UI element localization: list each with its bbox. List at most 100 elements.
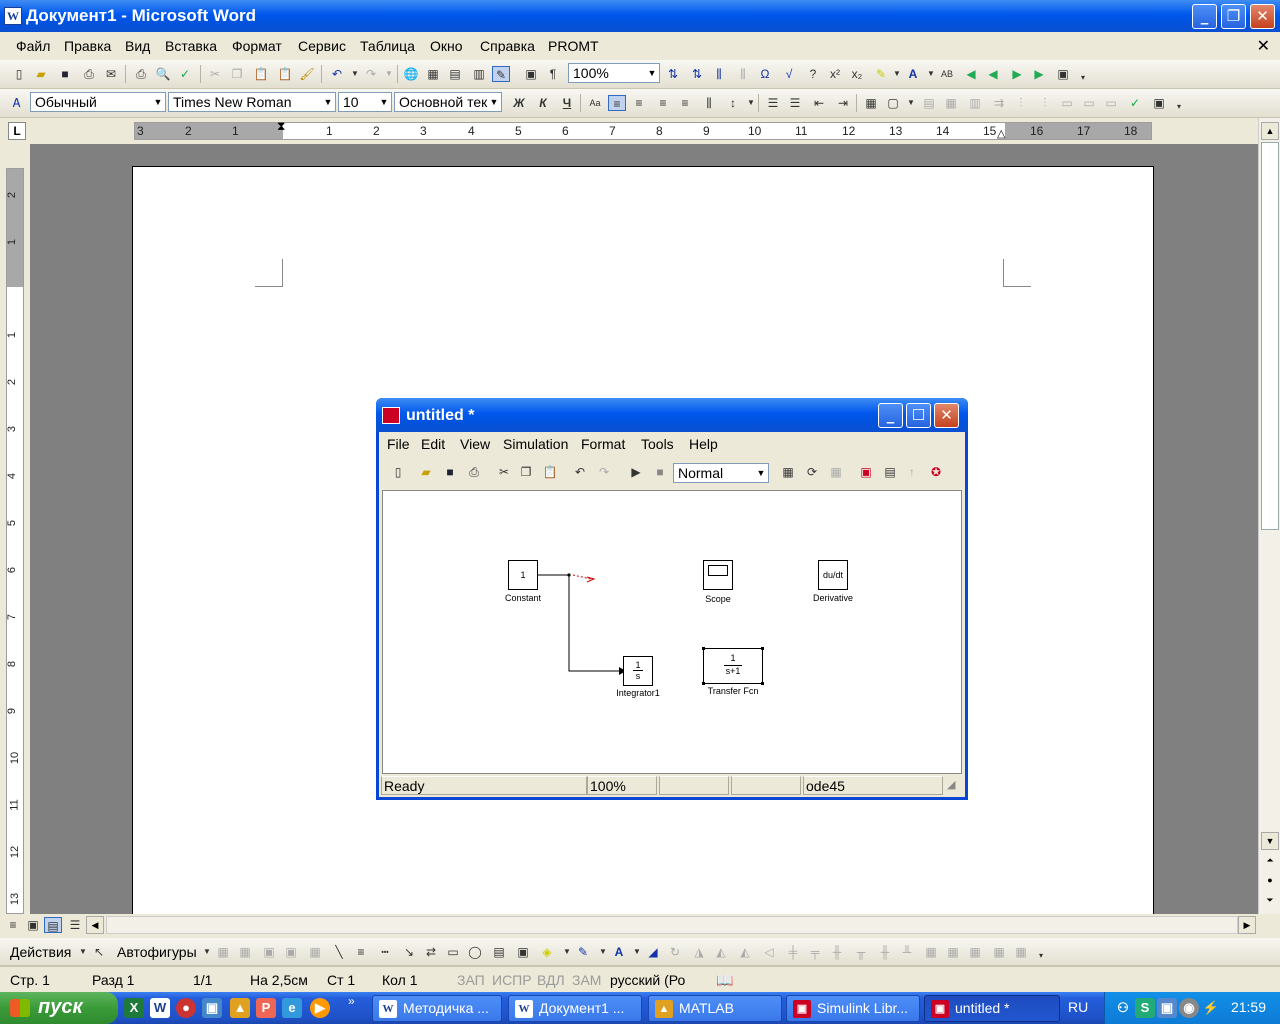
toolbar-options-icon[interactable]: ▾ <box>1074 70 1092 86</box>
sim-menu-simulation[interactable]: Simulation <box>503 436 568 452</box>
cut-icon[interactable]: ✂ <box>206 66 224 82</box>
menu-view[interactable]: Вид <box>125 38 150 54</box>
rectangle-icon[interactable]: ▭ <box>444 944 462 960</box>
flip-vertical-icon[interactable]: ◭ <box>712 944 730 960</box>
actions-menu[interactable]: Действия <box>10 944 71 960</box>
undo-icon[interactable]: ↶ <box>328 66 346 82</box>
menu-promt[interactable]: PROMT <box>548 38 599 54</box>
vertical-ruler[interactable]: 2 1 1 2 3 4 5 6 7 8 9 10 11 12 13 <box>6 168 24 914</box>
debugger-icon[interactable]: ✪ <box>927 464 945 480</box>
table-tool-5-icon[interactable]: ⫶ <box>1012 95 1030 111</box>
chevron-down-icon[interactable]: ▼ <box>487 93 501 111</box>
fill-color-icon[interactable]: ◈ <box>538 944 556 960</box>
menu-help[interactable]: Справка <box>480 38 535 54</box>
numbering-icon[interactable]: ☰ <box>764 95 782 111</box>
arrow-icon[interactable]: ↘ <box>400 944 418 960</box>
distributed-icon[interactable]: ⫼ <box>700 95 718 111</box>
toolbar-options-icon[interactable]: ▾ <box>1032 948 1050 964</box>
research-icon[interactable]: ▣ <box>1150 95 1168 111</box>
line-icon[interactable]: ╲ <box>330 944 348 960</box>
scope-block[interactable] <box>703 560 733 590</box>
tray-power-icon[interactable]: ⚡ <box>1201 998 1221 1018</box>
table-tool-2-icon[interactable]: ▦ <box>942 95 960 111</box>
underline-button[interactable]: Ч <box>558 95 576 111</box>
sim-maximize-button[interactable]: ☐ <box>906 403 931 428</box>
stop-simulation-icon[interactable]: ■ <box>651 464 669 480</box>
table-tool-3-icon[interactable]: ▥ <box>966 95 984 111</box>
align-right-icon[interactable]: ≡ <box>654 95 672 111</box>
bold-button[interactable]: Ж <box>510 95 528 111</box>
font-select[interactable]: Times New Roman ▼ <box>168 92 336 112</box>
sim-menu-file[interactable]: File <box>387 436 410 452</box>
start-simulation-icon[interactable]: ▶ <box>627 464 645 480</box>
align-center-draw-icon[interactable]: ╫ <box>828 944 846 960</box>
sim-menu-edit[interactable]: Edit <box>421 436 445 452</box>
subscript-icon[interactable]: x₂ <box>848 66 866 82</box>
promt-left-icon[interactable]: ◀ <box>984 66 1002 82</box>
align-left-icon[interactable]: ≡ <box>608 95 626 111</box>
tray-app-icon[interactable]: S <box>1135 998 1155 1018</box>
table-tool-6-icon[interactable]: ⫶ <box>1036 95 1054 111</box>
promt-translate-icon[interactable]: ▣ <box>1054 66 1072 82</box>
sim-copy-icon[interactable]: ❐ <box>517 464 535 480</box>
network-tray-icon[interactable]: ⚇ <box>1113 998 1133 1018</box>
word-title-bar[interactable]: W Документ1 - Microsoft Word _ ❐ ✕ <box>0 0 1280 32</box>
constant-label[interactable]: Constant <box>493 593 553 603</box>
align-draw-icon[interactable]: ◭ <box>736 944 754 960</box>
draw-tool-2-icon[interactable]: ▦ <box>236 944 254 960</box>
check-icon[interactable]: ✓ <box>1126 95 1144 111</box>
simulink-window[interactable]: untitled * _ ☐ ✕ File Edit View Simulati… <box>376 398 968 800</box>
arrow-style-icon[interactable]: ⇄ <box>422 944 440 960</box>
oval-icon[interactable]: ◯ <box>466 944 484 960</box>
snap-icon[interactable]: ▦ <box>1012 944 1030 960</box>
order-icon[interactable]: ▦ <box>990 944 1008 960</box>
sim-redo-icon[interactable]: ↷ <box>595 464 613 480</box>
start-button[interactable]: пуск <box>0 992 118 1024</box>
excel-quicklaunch-icon[interactable]: X <box>124 998 144 1018</box>
simulink-title-bar[interactable]: untitled * _ ☐ ✕ <box>376 398 968 432</box>
maximize-button[interactable]: ❐ <box>1221 4 1246 29</box>
powerpoint-quicklaunch-icon[interactable]: P <box>256 998 276 1018</box>
nudge-icon[interactable]: ◁ <box>760 944 778 960</box>
table-tool-8-icon[interactable]: ▭ <box>1080 95 1098 111</box>
italic-button[interactable]: К <box>534 95 552 111</box>
media-quicklaunch-icon[interactable]: ▶ <box>310 998 330 1018</box>
menu-tools[interactable]: Сервис <box>298 38 346 54</box>
scroll-up-icon[interactable]: ▲ <box>1261 122 1279 140</box>
task-metodichka[interactable]: W Методичка ... <box>372 995 502 1022</box>
open-icon[interactable]: ▰ <box>32 66 50 82</box>
sim-close-button[interactable]: ✕ <box>934 403 959 428</box>
tray-disk-icon[interactable]: ◉ <box>1179 998 1199 1018</box>
spelling-icon[interactable]: ✓ <box>176 66 194 82</box>
sim-cut-icon[interactable]: ✂ <box>495 464 513 480</box>
font-effects-icon[interactable]: Aa <box>586 95 604 111</box>
sim-open-icon[interactable]: ▰ <box>417 464 435 480</box>
go-to-parent-icon[interactable]: ↑ <box>903 464 921 480</box>
task-document1[interactable]: W Документ1 ... <box>508 995 642 1022</box>
status-rec[interactable]: ЗАП <box>457 972 485 988</box>
clock[interactable]: 21:59 <box>1231 999 1266 1015</box>
status-language[interactable]: русский (Ро <box>610 972 685 988</box>
text-box-icon[interactable]: ▤ <box>490 944 508 960</box>
symbol-icon[interactable]: Ω <box>756 66 774 82</box>
insert-table-icon[interactable]: ▤ <box>446 66 464 82</box>
pilcrow-icon[interactable]: ¶ <box>544 66 562 82</box>
flip-icon[interactable]: ◮ <box>690 944 708 960</box>
chevron-down-icon[interactable]: ▼ <box>377 93 391 111</box>
constant-block[interactable]: 1 <box>508 560 538 590</box>
chevron-down-icon[interactable]: ▼ <box>321 93 335 111</box>
outline-view-icon[interactable]: ☰ <box>66 917 84 933</box>
simulation-mode-select[interactable]: Normal ▼ <box>673 463 769 483</box>
chevron-down-icon[interactable]: ▼ <box>645 64 659 82</box>
task-simulink-library[interactable]: ▣ Simulink Libr... <box>786 995 920 1022</box>
copy-icon[interactable]: ❐ <box>228 66 246 82</box>
insert-excel-icon[interactable]: ▥ <box>470 66 488 82</box>
document-close-icon[interactable]: ✕ <box>1257 36 1270 56</box>
select-objects-icon[interactable]: ↖ <box>90 944 108 960</box>
horizontal-scrollbar[interactable] <box>106 916 1238 934</box>
scroll-thumb[interactable] <box>1261 142 1279 530</box>
sim-undo-icon[interactable]: ↶ <box>571 464 589 480</box>
align-middle-icon[interactable]: ╫ <box>876 944 894 960</box>
print-icon[interactable]: ⎙ <box>132 66 150 82</box>
scroll-right-icon[interactable]: ▶ <box>1238 916 1256 934</box>
